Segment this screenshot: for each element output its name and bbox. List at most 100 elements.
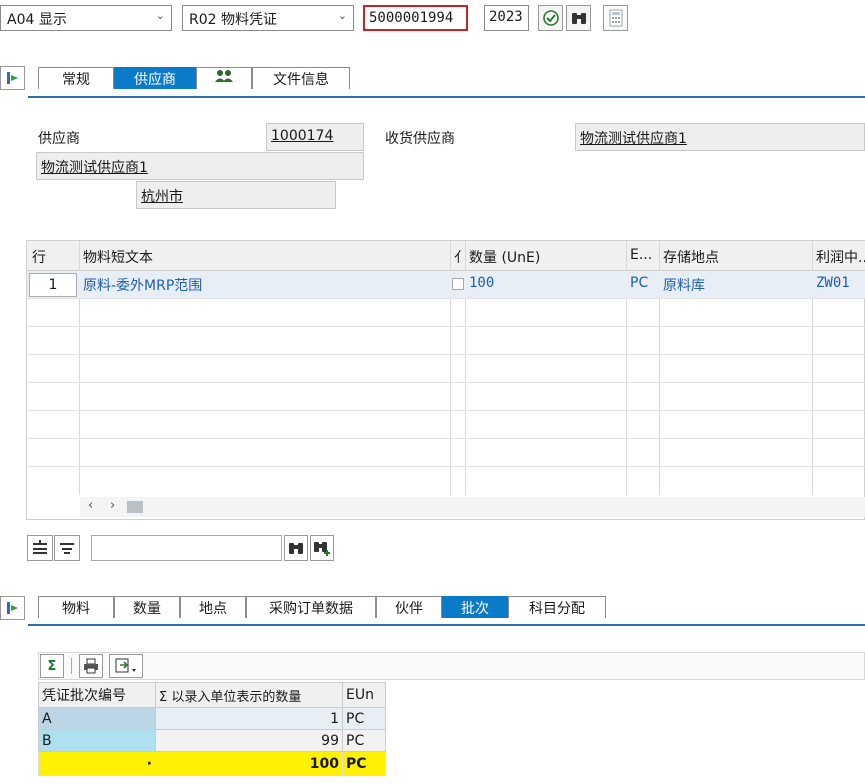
detail-tab-underline (28, 624, 865, 626)
expand-header-button[interactable] (0, 66, 25, 90)
unit-cell[interactable]: PC (342, 729, 386, 752)
table-row[interactable]: 1 原料-委外MRP范围 100 PC 原料库 ZW01 (27, 271, 865, 298)
header-tab-underline (28, 96, 865, 98)
batch-alv-toolbar: Σ (38, 652, 865, 680)
column-header-storage-location[interactable]: 存储地点 (660, 243, 810, 271)
tab-partner[interactable]: 伙伴 (376, 596, 442, 618)
execute-button[interactable] (538, 5, 563, 31)
tab-account-assignment[interactable]: 科目分配 (508, 596, 606, 618)
clock-check-icon (542, 10, 559, 26)
vendor-name-value: 物流测试供应商1 (41, 160, 148, 176)
column-header-entry-unit[interactable]: EUn (342, 682, 386, 708)
vendor-city-value: 杭州市 (141, 189, 183, 205)
toolbar-divider (71, 658, 72, 674)
total-row[interactable]: · 100 PC (38, 751, 386, 776)
column-header-quantity[interactable]: 数量 (UnE) (466, 243, 626, 271)
calculator-icon (609, 9, 622, 27)
vendor-number-field[interactable]: 1000174 (266, 123, 364, 151)
column-header-short-text[interactable]: 物料短文本 (80, 243, 450, 271)
binoculars-icon (289, 543, 303, 554)
quantity-cell[interactable]: 1 (155, 707, 343, 730)
action-select-value: A04 显示 (7, 12, 67, 28)
find-next-button[interactable] (310, 535, 334, 561)
column-header-entry-quantity[interactable]: Σ 以录入单位表示的数量 (155, 682, 343, 708)
find-in-grid-button[interactable] (284, 535, 308, 561)
tab-vendor[interactable]: 供应商 (114, 67, 196, 89)
header-tabstrip: 常规 供应商 文件信息 (38, 67, 350, 89)
row-profit-center[interactable]: ZW01 (813, 271, 865, 295)
vendor-label: 供应商 (38, 131, 80, 147)
batch-table: 凭证批次编号 Σ 以录入单位表示的数量 EUn A 1 PC B 99 PC ·… (38, 682, 386, 776)
column-header-profit-center[interactable]: 利润中... (813, 243, 865, 271)
row-quantity[interactable]: 100 (466, 271, 624, 295)
action-select[interactable]: A04 显示 ⌄ (0, 5, 172, 31)
printer-icon (84, 658, 98, 674)
year-value: 2023 (489, 9, 523, 25)
quantity-cell[interactable]: 99 (155, 729, 343, 752)
tab-location[interactable]: 地点 (180, 596, 246, 618)
total-marker: · (38, 751, 156, 776)
detail-tabstrip: 物料 数量 地点 采购订单数据 伙伴 批次 科目分配 (38, 596, 606, 618)
document-number-value: 5000001994 (369, 10, 454, 26)
find-button[interactable] (566, 5, 591, 31)
row-storage-location[interactable]: 原料库 (660, 271, 810, 299)
insert-rows-icon (33, 540, 47, 554)
column-header-batch[interactable]: 凭证批次编号 (38, 682, 156, 708)
row-unit[interactable]: PC (627, 271, 657, 295)
table-row[interactable]: B 99 PC (38, 729, 386, 752)
column-header-unit[interactable]: E... (627, 243, 659, 267)
insert-row-button[interactable] (27, 535, 53, 561)
row-short-text[interactable]: 原料-委外MRP范围 (80, 271, 448, 299)
column-header-line[interactable]: 行 (29, 243, 79, 271)
vendor-name-field[interactable]: 物流测试供应商1 (36, 152, 364, 180)
export-icon (115, 658, 136, 673)
table-row[interactable]: A 1 PC (38, 707, 386, 730)
item-grid-header: 行 物料短文本 亻 数量 (UnE) E... 存储地点 利润中... (27, 241, 865, 271)
total-quantity: 100 (155, 751, 343, 776)
row-flag-checkbox[interactable] (452, 278, 464, 290)
vendor-city-field[interactable]: 杭州市 (136, 181, 336, 209)
tab-document-info[interactable]: 文件信息 (252, 67, 350, 89)
unit-cell[interactable]: PC (342, 707, 386, 730)
batch-cell[interactable]: A (38, 707, 156, 730)
filter-button[interactable] (54, 535, 80, 561)
expand-panel-icon (6, 72, 18, 84)
export-button[interactable] (109, 654, 143, 678)
reference-document-select[interactable]: R02 物料凭证 ⌄ (182, 5, 354, 31)
goods-vendor-field[interactable]: 物流测试供应商1 (575, 123, 865, 151)
item-overview-grid: 行 物料短文本 亻 数量 (UnE) E... 存储地点 利润中... 1 原料… (26, 240, 865, 520)
tab-material[interactable]: 物料 (38, 596, 114, 618)
batch-table-header: 凭证批次编号 Σ 以录入单位表示的数量 EUn (38, 682, 386, 708)
row-line-number[interactable]: 1 (29, 273, 77, 297)
chevron-down-icon: ⌄ (337, 9, 347, 22)
document-number-field[interactable]: 5000001994 (363, 5, 468, 31)
total-unit: PC (342, 751, 386, 776)
scrollbar-thumb[interactable] (127, 501, 143, 513)
tab-general[interactable]: 常规 (38, 67, 114, 89)
scroll-right-icon[interactable]: › (110, 498, 115, 513)
binoculars-plus-icon (314, 542, 330, 556)
tab-partners[interactable] (196, 67, 252, 89)
people-icon (215, 70, 233, 82)
binoculars-icon (571, 13, 586, 24)
goods-vendor-label: 收货供应商 (385, 131, 455, 147)
reference-document-value: R02 物料凭证 (189, 12, 277, 28)
horizontal-scrollbar[interactable]: ‹ › (80, 497, 865, 517)
tab-po-data[interactable]: 采购订单数据 (246, 596, 376, 618)
batch-cell[interactable]: B (38, 729, 156, 752)
tab-quantity[interactable]: 数量 (114, 596, 180, 618)
expand-panel-icon (6, 602, 18, 614)
sigma-icon: Σ (47, 658, 57, 674)
search-input[interactable] (91, 535, 282, 561)
sum-button[interactable]: Σ (40, 654, 64, 678)
goods-vendor-value: 物流测试供应商1 (580, 131, 687, 147)
expand-detail-button[interactable] (0, 596, 25, 620)
column-header-flag[interactable]: 亻 (451, 243, 465, 271)
print-button[interactable] (79, 654, 103, 678)
year-field[interactable]: 2023 (484, 5, 529, 31)
calculator-button[interactable] (603, 5, 628, 31)
vendor-number-value: 1000174 (271, 128, 334, 144)
scroll-left-icon[interactable]: ‹ (88, 498, 93, 513)
filter-rows-icon (60, 543, 74, 554)
tab-batch[interactable]: 批次 (442, 596, 508, 618)
